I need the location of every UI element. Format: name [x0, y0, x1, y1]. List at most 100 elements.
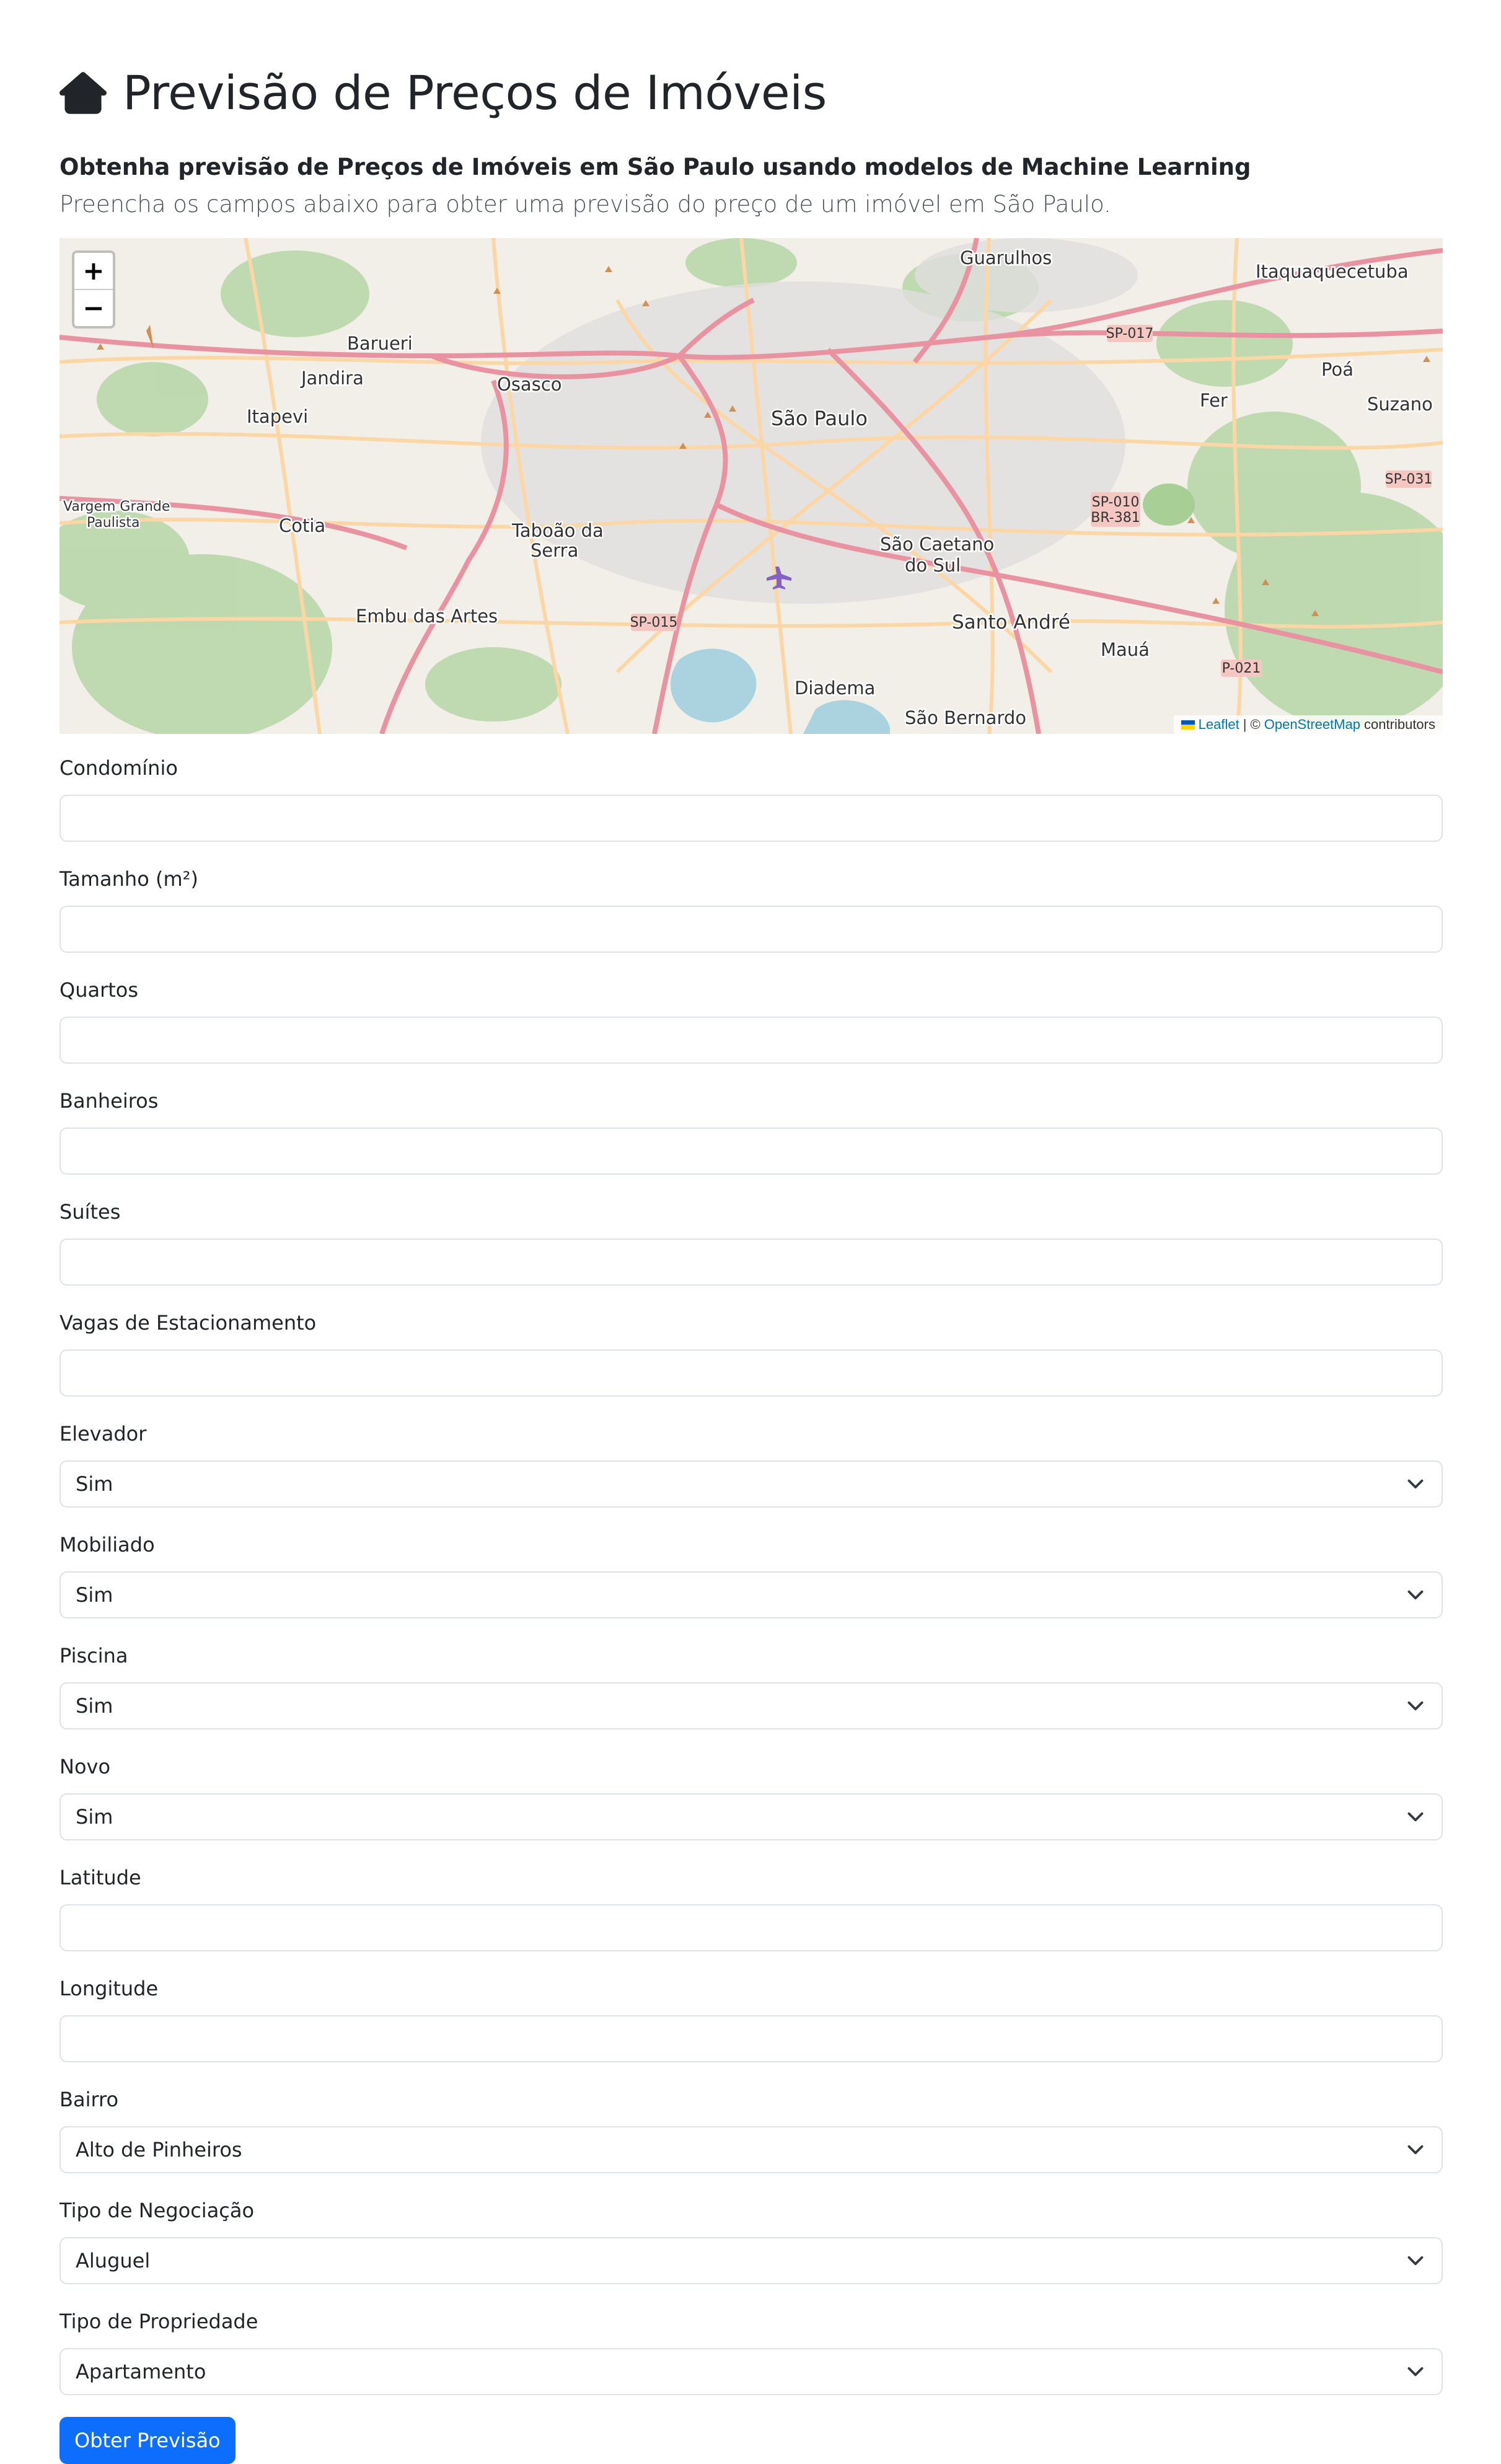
condominio-input[interactable]: [59, 795, 1443, 842]
suites-input[interactable]: [59, 1239, 1443, 1286]
condominio-group: Condomínio: [59, 756, 1443, 842]
map-label-itaquaquecetuba: Itaquaquecetuba: [1256, 261, 1409, 282]
bairro-select[interactable]: Alto de Pinheiros: [59, 2126, 1443, 2174]
vagas-input[interactable]: [59, 1349, 1443, 1397]
tipo-propriedade-select[interactable]: Apartamento: [59, 2348, 1443, 2396]
leaflet-link[interactable]: Leaflet: [1199, 717, 1239, 733]
suites-group: Suítes: [59, 1200, 1443, 1286]
chevron-down-icon: [1407, 1702, 1424, 1711]
elevador-select[interactable]: Sim: [59, 1460, 1443, 1508]
tipo-negociacao-group: Tipo de Negociação Aluguel: [59, 2199, 1443, 2285]
zoom-out-button[interactable]: −: [74, 289, 113, 326]
page-lead: Preencha os campos abaixo para obter uma…: [59, 191, 1111, 218]
map-label-vargem-grande: Vargem Grande: [63, 499, 170, 514]
map-label-diadema: Diadema: [795, 678, 875, 699]
map-label-serra: Serra: [530, 540, 578, 561]
prediction-form: Condomínio Tamanho (m²) Quartos Banheiro…: [59, 756, 1443, 2464]
tipo-negociacao-selected-value: Aluguel: [76, 2249, 151, 2273]
map-label-sao-bernardo: São Bernardo: [905, 707, 1026, 728]
zoom-in-button[interactable]: +: [74, 253, 113, 289]
piscina-label: Piscina: [59, 1644, 128, 1668]
map-label-barueri: Barueri: [347, 333, 413, 354]
map-label-itapevi: Itapevi: [247, 406, 308, 427]
longitude-group: Longitude: [59, 1977, 1443, 2063]
bairro-selected-value: Alto de Pinheiros: [76, 2138, 242, 2162]
house-icon: [59, 72, 107, 114]
suites-label: Suítes: [59, 1200, 121, 1224]
elevador-group: Elevador Sim: [59, 1422, 1443, 1508]
tipo-negociacao-label: Tipo de Negociação: [59, 2199, 255, 2223]
page-title: Previsão de Preços de Imóveis: [59, 62, 1443, 124]
map-label-osasco: Osasco: [497, 374, 562, 395]
chevron-down-icon: [1407, 2256, 1424, 2266]
map-attribution: Leaflet | © OpenStreetMap contributors: [1173, 715, 1443, 735]
novo-selected-value: Sim: [76, 1805, 113, 1829]
map-label-jandira: Jandira: [300, 368, 364, 389]
map[interactable]: SP-017 SP-031 SP-010 BR-381 SP-015 P-021…: [59, 238, 1443, 735]
tipo-propriedade-group: Tipo de Propriedade Apartamento: [59, 2310, 1443, 2396]
map-label-br381: BR-381: [1091, 510, 1140, 526]
tipo-propriedade-selected-value: Apartamento: [76, 2360, 206, 2384]
novo-select[interactable]: Sim: [59, 1793, 1443, 1841]
osm-link[interactable]: OpenStreetMap: [1264, 717, 1360, 733]
bairro-label: Bairro: [59, 2088, 119, 2112]
tamanho-label: Tamanho (m²): [59, 867, 198, 891]
chevron-down-icon: [1407, 2367, 1424, 2377]
page-container: Previsão de Preços de Imóveis Obtenha pr…: [59, 0, 1443, 2464]
banheiros-input[interactable]: [59, 1128, 1443, 1175]
latitude-input[interactable]: [59, 1904, 1443, 1952]
quartos-group: Quartos: [59, 978, 1443, 1064]
map-tiles[interactable]: SP-017 SP-031 SP-010 BR-381 SP-015 P-021…: [59, 238, 1443, 735]
attribution-separator: | ©: [1243, 717, 1261, 733]
longitude-label: Longitude: [59, 1977, 159, 2001]
novo-label: Novo: [59, 1755, 111, 1779]
chevron-down-icon: [1407, 1591, 1424, 1600]
zoom-control: + −: [72, 250, 115, 329]
page-subtitle: Obtenha previsão de Preços de Imóveis em…: [59, 154, 1251, 180]
ukraine-flag-icon: [1181, 720, 1195, 730]
submit-button[interactable]: Obter Previsão: [59, 2417, 235, 2464]
elevador-label: Elevador: [59, 1422, 147, 1446]
novo-group: Novo Sim: [59, 1755, 1443, 1841]
map-label-maua: Mauá: [1101, 639, 1150, 660]
map-label-do-sul: do Sul: [905, 555, 961, 576]
latitude-label: Latitude: [59, 1866, 141, 1890]
chevron-down-icon: [1407, 1480, 1424, 1489]
vagas-label: Vagas de Estacionamento: [59, 1311, 317, 1335]
map-label-sp010: SP-010: [1092, 495, 1140, 510]
piscina-group: Piscina Sim: [59, 1644, 1443, 1730]
map-label-suzano: Suzano: [1367, 394, 1433, 415]
map-label-santo-andre: Santo André: [952, 611, 1070, 634]
map-label-sp017: SP-017: [1106, 326, 1154, 342]
quartos-input[interactable]: [59, 1017, 1443, 1064]
chevron-down-icon: [1407, 2145, 1424, 2155]
map-label-sao-paulo: São Paulo: [771, 407, 868, 430]
map-label-sao-caetano: São Caetano: [880, 534, 994, 555]
banheiros-group: Banheiros: [59, 1089, 1443, 1175]
map-label-embu: Embu das Artes: [356, 606, 498, 627]
map-label-guarulhos: Guarulhos: [960, 247, 1052, 268]
map-label-sp015: SP-015: [630, 615, 678, 630]
map-label-sp031: SP-031: [1385, 472, 1433, 487]
quartos-label: Quartos: [59, 978, 139, 1002]
piscina-selected-value: Sim: [76, 1694, 113, 1718]
elevador-selected-value: Sim: [76, 1472, 113, 1496]
bairro-group: Bairro Alto de Pinheiros: [59, 2088, 1443, 2174]
mobiliado-select[interactable]: Sim: [59, 1571, 1443, 1619]
attribution-suffix: contributors: [1364, 717, 1435, 733]
map-label-paulista: Paulista: [87, 515, 140, 531]
map-label-ferraz: Fer: [1200, 390, 1228, 411]
banheiros-label: Banheiros: [59, 1089, 159, 1113]
latitude-group: Latitude: [59, 1866, 1443, 1952]
condominio-label: Condomínio: [59, 756, 178, 780]
map-label-taboao: Taboão da: [511, 520, 604, 541]
tamanho-input[interactable]: [59, 906, 1443, 953]
piscina-select[interactable]: Sim: [59, 1682, 1443, 1730]
mobiliado-group: Mobiliado Sim: [59, 1533, 1443, 1619]
tipo-negociacao-select[interactable]: Aluguel: [59, 2237, 1443, 2285]
map-label-cotia: Cotia: [279, 515, 325, 536]
mobiliado-selected-value: Sim: [76, 1583, 113, 1607]
page-title-text: Previsão de Preços de Imóveis: [123, 65, 827, 121]
longitude-input[interactable]: [59, 2015, 1443, 2063]
mobiliado-label: Mobiliado: [59, 1533, 155, 1557]
